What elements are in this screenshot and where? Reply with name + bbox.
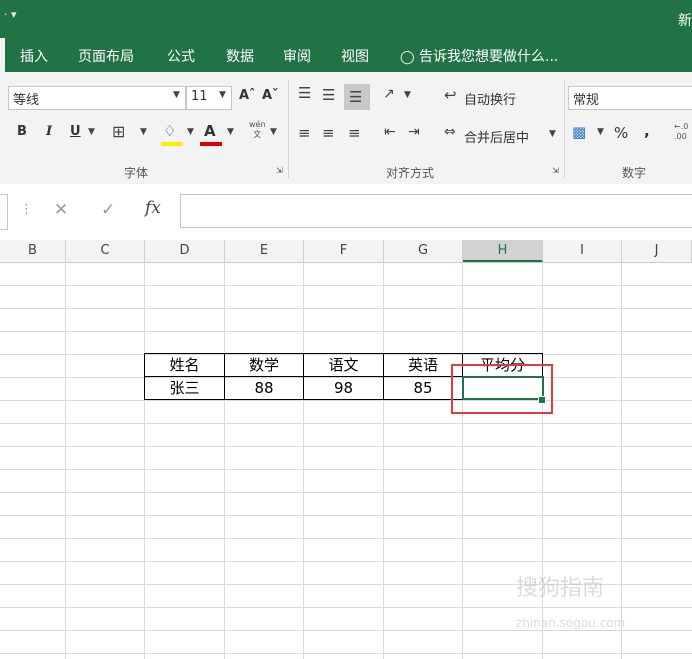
ribbon: 等线 ▼ 11 ▼ Aˆ Aˇ B I U ▼ ⊞ ▼ ♢ ▼ A ▼ wén … — [0, 72, 692, 185]
table-border — [144, 353, 145, 400]
bold-button[interactable]: B — [17, 124, 27, 139]
table-cell-math[interactable]: 88 — [225, 377, 303, 400]
increase-indent-icon[interactable]: ⇥ — [408, 124, 420, 140]
name-box[interactable] — [0, 194, 8, 230]
chevron-down-icon[interactable]: ▼ — [549, 129, 556, 139]
quick-access-toolbar[interactable]: · ▾ — [4, 8, 17, 21]
fill-color-icon[interactable]: ♢ — [163, 122, 176, 140]
tab-review[interactable]: 审阅 — [283, 46, 311, 66]
title-bar — [0, 0, 692, 38]
chevron-down-icon[interactable]: ▼ — [597, 127, 604, 137]
tab-insert[interactable]: 插入 — [20, 46, 48, 66]
header-cell-chinese[interactable]: 语文 — [304, 354, 383, 377]
formula-bar: ⋮ ✕ ✓ fx — [0, 184, 692, 241]
column-header-j[interactable]: J — [622, 240, 692, 262]
chevron-down-icon: ▼ — [219, 90, 226, 100]
table-border — [144, 353, 543, 354]
phonetic-button[interactable]: wén 文 — [249, 120, 266, 140]
font-size-box[interactable]: 11 ▼ — [186, 86, 232, 110]
column-header-h[interactable]: H — [463, 240, 543, 262]
font-name-box[interactable]: 等线 ▼ — [8, 86, 186, 110]
borders-icon[interactable]: ⊞ — [112, 122, 125, 141]
chevron-down-icon[interactable]: ▼ — [88, 127, 95, 137]
number-format-box[interactable]: 常规 — [568, 86, 692, 110]
tab-page-layout[interactable]: 页面布局 — [78, 46, 134, 66]
column-header-b[interactable]: B — [0, 240, 66, 262]
chevron-down-icon[interactable]: ▼ — [140, 127, 147, 137]
dialog-launcher-icon[interactable]: ⇲ — [276, 166, 283, 175]
table-cell-name[interactable]: 张三 — [145, 377, 224, 400]
italic-button[interactable]: I — [46, 124, 52, 139]
table-cell-chinese[interactable]: 98 — [304, 377, 383, 400]
increase-decimal-button[interactable]: ←.0 .00 — [674, 122, 688, 142]
wrap-text-icon: ↩ — [444, 86, 457, 104]
column-header-f[interactable]: F — [304, 240, 384, 262]
column-header-g[interactable]: G — [384, 240, 463, 262]
decrease-indent-icon[interactable]: ⇤ — [384, 124, 396, 140]
chevron-down-icon[interactable]: ▼ — [227, 127, 234, 137]
comma-button[interactable]: , — [644, 122, 650, 140]
lightbulb-icon: ◯ — [400, 50, 415, 65]
group-separator — [288, 80, 289, 178]
cancel-icon[interactable]: ✕ — [54, 200, 68, 220]
alignment-group-label: 对齐方式 — [386, 166, 435, 180]
column-headers: B C D E F G H I J — [0, 240, 692, 263]
watermark-url: zhinan.sogou.com — [516, 616, 626, 630]
ribbon-tabs: 插入 页面布局 公式 数据 审阅 视图 ◯ 告诉我您想要做什么... — [0, 38, 692, 72]
align-left-icon[interactable]: ≡ — [298, 124, 311, 142]
font-name-value: 等线 — [13, 93, 40, 108]
header-cell-name[interactable]: 姓名 — [145, 354, 224, 377]
font-group-label: 字体 — [124, 166, 149, 180]
column-header-c[interactable]: C — [66, 240, 145, 262]
column-header-e[interactable]: E — [225, 240, 304, 262]
chevron-down-icon: ▼ — [173, 90, 180, 100]
wrap-text-button[interactable]: 自动换行 — [464, 89, 516, 108]
table-border — [383, 353, 384, 400]
chevron-down-icon[interactable]: ▼ — [270, 127, 277, 137]
fill-color-swatch — [161, 142, 183, 146]
dialog-launcher-icon[interactable]: ⇲ — [552, 166, 559, 175]
tell-me-text: 告诉我您想要做什么... — [419, 49, 559, 65]
fx-icon[interactable]: fx — [145, 198, 161, 218]
align-top-icon[interactable]: ☰ — [298, 84, 311, 102]
tell-me-box[interactable]: ◯ 告诉我您想要做什么... — [400, 46, 558, 66]
font-size-value: 11 — [191, 89, 208, 104]
currency-icon[interactable]: ▩ — [572, 123, 586, 141]
table-border — [224, 353, 225, 400]
shrink-font-button[interactable]: Aˇ — [262, 88, 279, 103]
active-tab-edge — [0, 38, 5, 72]
tab-data[interactable]: 数据 — [226, 46, 254, 66]
header-cell-math[interactable]: 数学 — [225, 354, 303, 377]
formula-input[interactable] — [180, 194, 692, 228]
window-title: 新 — [678, 13, 692, 29]
group-separator — [564, 80, 565, 178]
merge-center-button[interactable]: 合并后居中 — [464, 127, 529, 146]
table-border — [303, 353, 304, 400]
chevron-down-icon[interactable]: ▼ — [187, 127, 194, 137]
confirm-icon[interactable]: ✓ — [101, 200, 115, 220]
grip-icon: ⋮ — [20, 202, 33, 217]
watermark-logo: 搜狗指南 — [516, 576, 605, 601]
underline-button[interactable]: U — [70, 124, 81, 139]
tab-view[interactable]: 视图 — [341, 46, 369, 66]
grow-font-button[interactable]: Aˆ — [239, 88, 256, 103]
align-right-icon[interactable]: ≡ — [348, 124, 361, 142]
orientation-icon[interactable]: ↗ — [383, 86, 395, 102]
chevron-down-icon[interactable]: ▼ — [404, 90, 411, 100]
align-bottom-icon: ☰ — [349, 88, 363, 106]
column-header-d[interactable]: D — [145, 240, 225, 262]
align-center-icon[interactable]: ≡ — [322, 124, 335, 142]
number-format-value: 常规 — [573, 93, 600, 108]
number-group-label: 数字 — [622, 166, 647, 180]
column-header-i[interactable]: I — [543, 240, 622, 262]
font-color-swatch — [200, 142, 222, 146]
highlight-box — [451, 364, 553, 414]
tab-formulas[interactable]: 公式 — [167, 46, 195, 66]
merge-center-icon: ⇔ — [444, 124, 456, 140]
font-color-button[interactable]: A — [204, 122, 216, 140]
align-middle-icon[interactable]: ☰ — [322, 86, 335, 104]
percent-button[interactable]: % — [614, 124, 628, 142]
